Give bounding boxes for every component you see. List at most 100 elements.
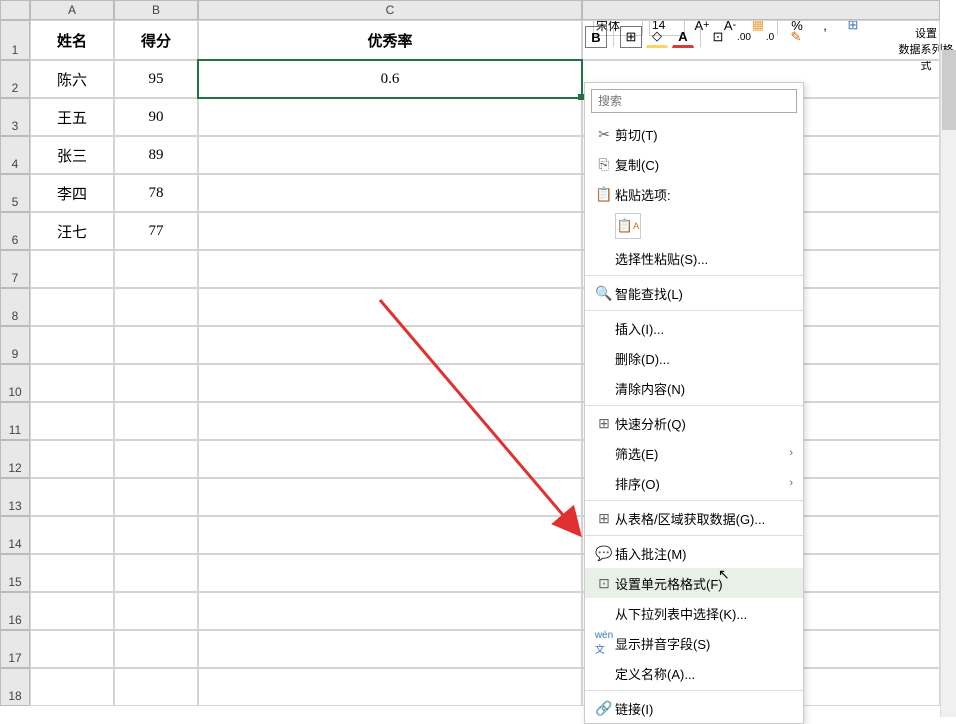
cell[interactable] xyxy=(114,440,198,478)
ctx-dropdown[interactable]: 从下拉列表中选择(K)... xyxy=(585,598,803,628)
ctx-pinyin[interactable]: wén文显示拼音字段(S) xyxy=(585,628,803,658)
context-search-input[interactable] xyxy=(591,89,797,113)
ctx-copy[interactable]: ⎘复制(C) xyxy=(585,149,803,179)
row-header[interactable]: 16 xyxy=(0,592,30,630)
cell[interactable] xyxy=(30,630,114,668)
ctx-get-data[interactable]: ⊞从表格/区域获取数据(G)... xyxy=(585,503,803,533)
cell[interactable] xyxy=(198,630,582,668)
cell[interactable] xyxy=(198,288,582,326)
cell[interactable] xyxy=(114,516,198,554)
cell[interactable] xyxy=(30,516,114,554)
cell[interactable]: 李四 xyxy=(30,174,114,212)
ctx-clear[interactable]: 清除内容(N) xyxy=(585,373,803,403)
ctx-cut[interactable]: ✂剪切(T) xyxy=(585,119,803,149)
row-header[interactable]: 7 xyxy=(0,250,30,288)
cell[interactable] xyxy=(114,554,198,592)
cell[interactable] xyxy=(198,98,582,136)
row-header[interactable]: 18 xyxy=(0,668,30,706)
row-header[interactable]: 1 xyxy=(0,20,30,60)
cell[interactable] xyxy=(198,212,582,250)
row-header[interactable]: 2 xyxy=(0,60,30,98)
cell[interactable] xyxy=(114,250,198,288)
cell[interactable]: 95 xyxy=(114,60,198,98)
ctx-insert[interactable]: 插入(I)... xyxy=(585,313,803,343)
ctx-format-cells[interactable]: ⊡设置单元格格式(F) xyxy=(585,568,803,598)
cell[interactable]: 姓名 xyxy=(30,20,114,60)
cell[interactable] xyxy=(114,630,198,668)
ctx-quick-analysis[interactable]: ⊞快速分析(Q) xyxy=(585,408,803,438)
cell[interactable] xyxy=(198,516,582,554)
cell[interactable] xyxy=(30,326,114,364)
cell[interactable]: 77 xyxy=(114,212,198,250)
row-header[interactable]: 9 xyxy=(0,326,30,364)
row-header[interactable]: 13 xyxy=(0,478,30,516)
cell[interactable] xyxy=(198,326,582,364)
cell[interactable]: 张三 xyxy=(30,136,114,174)
cell[interactable]: 陈六 xyxy=(30,60,114,98)
row-header[interactable]: 10 xyxy=(0,364,30,402)
row-header[interactable]: 4 xyxy=(0,136,30,174)
ctx-delete[interactable]: 删除(D)... xyxy=(585,343,803,373)
cell[interactable] xyxy=(30,288,114,326)
cell[interactable] xyxy=(198,554,582,592)
cell[interactable] xyxy=(30,440,114,478)
vertical-scrollbar[interactable] xyxy=(940,50,956,717)
ctx-link[interactable]: 🔗链接(I) xyxy=(585,693,803,723)
cell[interactable] xyxy=(114,402,198,440)
ctx-paste-special[interactable]: 选择性粘贴(S)... xyxy=(585,243,803,273)
row-header[interactable]: 12 xyxy=(0,440,30,478)
cell[interactable] xyxy=(30,668,114,706)
cell[interactable] xyxy=(198,478,582,516)
cell[interactable] xyxy=(198,668,582,706)
cell[interactable]: 王五 xyxy=(30,98,114,136)
cell[interactable] xyxy=(114,592,198,630)
cell[interactable] xyxy=(198,250,582,288)
separator xyxy=(585,405,803,406)
select-all-corner[interactable] xyxy=(0,0,30,20)
cell[interactable]: 得分 xyxy=(114,20,198,60)
ctx-define-name[interactable]: 定义名称(A)... xyxy=(585,658,803,688)
row-header[interactable]: 17 xyxy=(0,630,30,668)
cell[interactable] xyxy=(30,554,114,592)
row-header[interactable]: 3 xyxy=(0,98,30,136)
cell[interactable]: 汪七 xyxy=(30,212,114,250)
cell[interactable] xyxy=(198,402,582,440)
ctx-insert-comment[interactable]: 💬插入批注(M) xyxy=(585,538,803,568)
col-header-rest[interactable] xyxy=(582,0,940,20)
cell[interactable] xyxy=(198,364,582,402)
row-header[interactable]: 11 xyxy=(0,402,30,440)
col-header-C[interactable]: C xyxy=(198,0,582,20)
row-header[interactable]: 5 xyxy=(0,174,30,212)
cell[interactable] xyxy=(114,668,198,706)
cell-selected[interactable]: 0.6 xyxy=(198,60,582,98)
cell[interactable] xyxy=(30,250,114,288)
cell[interactable] xyxy=(30,478,114,516)
cell[interactable] xyxy=(198,440,582,478)
cell[interactable] xyxy=(114,478,198,516)
col-header-A[interactable]: A xyxy=(30,0,114,20)
ctx-sort[interactable]: 排序(O)› xyxy=(585,468,803,498)
cell[interactable] xyxy=(30,592,114,630)
cell[interactable] xyxy=(198,592,582,630)
cell[interactable] xyxy=(198,174,582,212)
cell[interactable] xyxy=(30,402,114,440)
ctx-filter[interactable]: 筛选(E)› xyxy=(585,438,803,468)
cell[interactable]: 89 xyxy=(114,136,198,174)
cell[interactable] xyxy=(30,364,114,402)
scrollbar-thumb[interactable] xyxy=(942,50,956,130)
cell[interactable] xyxy=(582,20,940,60)
cell[interactable] xyxy=(114,326,198,364)
row-header[interactable]: 15 xyxy=(0,554,30,592)
row-header[interactable]: 14 xyxy=(0,516,30,554)
row-header[interactable]: 6 xyxy=(0,212,30,250)
cell[interactable] xyxy=(114,364,198,402)
cell[interactable] xyxy=(114,288,198,326)
paste-option-button[interactable]: 📋A xyxy=(615,213,641,239)
cell[interactable] xyxy=(198,136,582,174)
row-header[interactable]: 8 xyxy=(0,288,30,326)
col-header-B[interactable]: B xyxy=(114,0,198,20)
cell[interactable]: 78 xyxy=(114,174,198,212)
ctx-smart-lookup[interactable]: 🔍智能查找(L) xyxy=(585,278,803,308)
cell[interactable]: 90 xyxy=(114,98,198,136)
cell[interactable]: 优秀率 xyxy=(198,20,582,60)
